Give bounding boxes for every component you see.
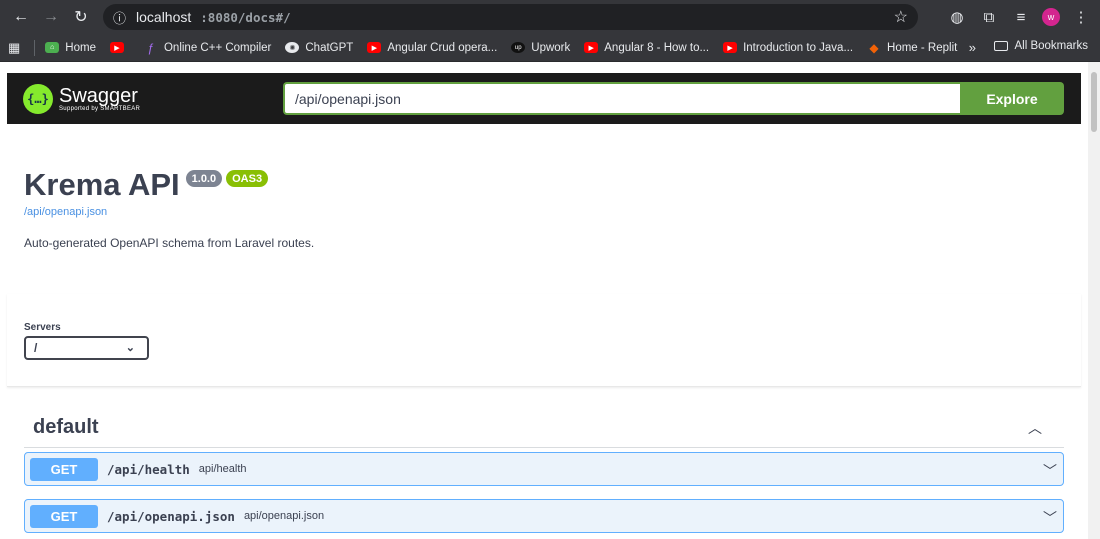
toolbar-actions: ◍ ⧉ ≡ w ⋮ xyxy=(946,4,1092,30)
bookmark-intro-java[interactable]: ▶ Introduction to Java... xyxy=(723,42,853,54)
back-icon[interactable]: ← xyxy=(8,4,34,30)
bookmark-label: Angular Crud opera... xyxy=(387,41,498,54)
url-path: :8080/docs#/ xyxy=(200,10,291,25)
home-favicon-icon: ⌂ xyxy=(45,42,60,53)
youtube-favicon-icon: ▶ xyxy=(723,42,738,53)
spec-url-input[interactable] xyxy=(283,82,961,115)
chevron-down-icon[interactable]: ﹀ xyxy=(1043,461,1057,481)
all-bookmarks-label: All Bookmarks xyxy=(1014,40,1089,52)
profile-avatar[interactable]: w xyxy=(1042,8,1060,26)
http-method-badge: GET xyxy=(30,457,98,481)
swagger-logo-text: Swagger Supported by SMARTBEAR xyxy=(59,86,140,112)
bookmark-label: Angular 8 - How to... xyxy=(604,41,710,54)
api-description: Auto-generated OpenAPI schema from Larav… xyxy=(24,236,315,250)
more-bookmarks-icon[interactable]: » xyxy=(969,40,976,55)
tag-section-header[interactable]: default ︿ xyxy=(24,408,1064,448)
apps-icon[interactable]: ▦ xyxy=(8,40,20,56)
tag-name: default xyxy=(33,416,99,438)
version-badge: 1.0.0 xyxy=(185,170,223,187)
bookmark-angular-crud[interactable]: ▶ Angular Crud opera... xyxy=(367,42,497,54)
bookmark-replit[interactable]: ◆ Home - Replit xyxy=(867,40,958,55)
chatgpt-favicon-icon: ✺ xyxy=(285,42,300,53)
extensions-icon[interactable]: ⧉ xyxy=(978,4,1000,30)
servers-selected-value: / xyxy=(34,341,38,355)
operation-row[interactable]: GET /api/health api/health ﹀ xyxy=(24,452,1064,486)
menu-kebab-icon[interactable]: ⋮ xyxy=(1070,4,1092,30)
youtube-favicon-icon: ▶ xyxy=(109,42,124,53)
chevron-down-icon[interactable]: ﹀ xyxy=(1043,508,1057,528)
page-viewport: {…} Swagger Supported by SMARTBEAR Explo… xyxy=(0,62,1100,539)
operation-row[interactable]: GET /api/openapi.json api/openapi.json ﹀ xyxy=(24,499,1064,533)
bookmark-chatgpt[interactable]: ✺ ChatGPT xyxy=(285,42,353,54)
youtube-favicon-icon: ▶ xyxy=(584,42,599,53)
chevron-down-icon: ⌄ xyxy=(125,342,135,354)
media-controls-icon[interactable]: ≡ xyxy=(1010,4,1032,30)
api-title-row: Krema API 1.0.0 OAS3 xyxy=(24,166,314,204)
bookmark-star-icon[interactable]: ☆ xyxy=(894,7,908,27)
swagger-topbar: {…} Swagger Supported by SMARTBEAR Explo… xyxy=(7,73,1081,124)
replit-favicon-icon: ◆ xyxy=(869,40,879,55)
upwork-favicon-icon: up xyxy=(511,42,526,53)
api-title: Krema API xyxy=(24,167,180,202)
http-method-badge: GET xyxy=(30,504,98,528)
url-host: localhost xyxy=(136,9,192,25)
scrollbar-thumb[interactable] xyxy=(1091,72,1097,132)
servers-label: Servers xyxy=(24,322,61,333)
bookmark-home[interactable]: ⌂ Home xyxy=(45,42,96,54)
youtube-favicon-icon: ▶ xyxy=(367,42,382,53)
reload-icon[interactable]: ↻ xyxy=(68,4,94,30)
compiler-favicon-icon: ƒ xyxy=(147,40,155,55)
swagger-logo-title: Swagger xyxy=(59,84,138,107)
bookmark-youtube[interactable]: ▶ xyxy=(109,42,130,53)
bookmark-label: Home - Replit xyxy=(887,41,958,54)
address-url[interactable]: localhost :8080/docs#/ xyxy=(136,9,291,25)
bookmark-label: Online C++ Compiler xyxy=(163,41,272,54)
browser-toolbar: ← → ↻ ⓘ localhost :8080/docs#/ ☆ ◍ ⧉ ≡ w … xyxy=(0,0,1100,34)
operation-summary: api/openapi.json xyxy=(243,510,325,522)
api-info: Krema API 1.0.0 OAS3 /api/openapi.json A… xyxy=(24,166,314,250)
operation-summary: api/health xyxy=(198,463,247,475)
bookmark-label: Introduction to Java... xyxy=(743,41,854,54)
page-scrollbar[interactable] xyxy=(1088,62,1100,539)
bookmarks-divider xyxy=(34,39,36,56)
forward-icon[interactable]: → xyxy=(38,4,64,30)
site-info-icon[interactable]: ⓘ xyxy=(113,8,126,27)
all-bookmarks-button[interactable]: All Bookmarks xyxy=(993,40,1089,52)
chevron-up-icon[interactable]: ︿ xyxy=(1028,418,1042,438)
swagger-logo-icon: {…} xyxy=(23,83,53,114)
servers-select[interactable]: / ⌄ xyxy=(24,336,149,360)
spec-link[interactable]: /api/openapi.json xyxy=(24,206,314,218)
bookmark-label: ChatGPT xyxy=(305,41,354,54)
bookmark-upwork[interactable]: up Upwork xyxy=(511,42,570,54)
operation-path: /api/health xyxy=(107,461,190,477)
folder-icon xyxy=(993,41,1008,51)
bookmark-label: Home xyxy=(65,41,96,54)
oas-badge: OAS3 xyxy=(226,170,269,187)
swagger-logo[interactable]: {…} Swagger Supported by SMARTBEAR xyxy=(23,83,140,114)
operation-path: /api/openapi.json xyxy=(107,508,235,524)
bookmark-label: Upwork xyxy=(531,41,571,54)
servers-section: Servers / ⌄ xyxy=(7,294,1081,387)
bookmarks-bar: ▦ ⌂ Home ▶ ƒ Online C++ Compiler ✺ ChatGPT … xyxy=(0,34,1100,62)
bookmark-angular-8[interactable]: ▶ Angular 8 - How to... xyxy=(584,42,709,54)
bookmark-cpp-compiler[interactable]: ƒ Online C++ Compiler xyxy=(144,40,272,55)
explore-button[interactable]: Explore xyxy=(960,82,1064,115)
translate-icon[interactable]: ◍ xyxy=(946,4,968,30)
swagger-logo-subtitle: Supported by SMARTBEAR xyxy=(59,105,141,112)
address-bar[interactable]: ⓘ localhost :8080/docs#/ ☆ xyxy=(103,4,918,30)
